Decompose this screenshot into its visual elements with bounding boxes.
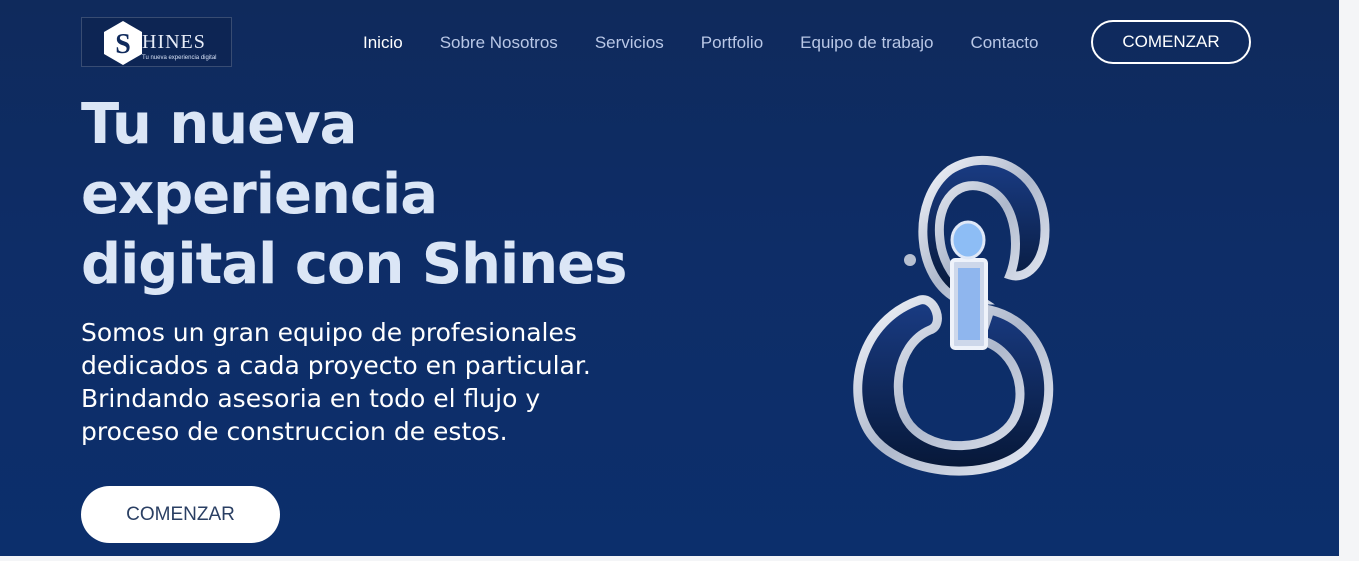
subtext-line-1: Somos un gran equipo de profesionales <box>81 318 577 347</box>
nav-item-inicio[interactable]: Inicio <box>363 33 403 53</box>
logo-wordmark: HINES <box>142 31 206 53</box>
nav-item-portfolio[interactable]: Portfolio <box>701 33 763 53</box>
subtext-line-2: dedicados a cada proyecto en particular. <box>81 351 591 380</box>
hero-section: S HINES Tu nueva experiencia digital Ini… <box>0 0 1339 556</box>
logo-letter: S <box>115 29 131 60</box>
nav-item-sobre-nosotros[interactable]: Sobre Nosotros <box>440 33 558 53</box>
logo-tagline: Tu nueva experiencia digital <box>142 55 217 61</box>
hero-headline: Tu nueva experiencia digital con Shines <box>81 90 681 300</box>
section-divider <box>0 556 1359 561</box>
main-nav: Inicio Sobre Nosotros Servicios Portfoli… <box>363 31 1075 55</box>
hero-comenzar-button[interactable]: COMENZAR <box>81 486 280 543</box>
nav-item-servicios[interactable]: Servicios <box>595 33 664 53</box>
si-3d-logo-icon <box>853 155 1054 476</box>
logo-hexagon-icon: S <box>104 21 142 65</box>
headline-line-3: digital con Shines <box>81 232 627 297</box>
headline-line-2: experiencia <box>81 162 438 227</box>
hero-subtext: Somos un gran equipo de profesionales de… <box>81 316 641 448</box>
headline-line-1: Tu nueva <box>81 92 357 157</box>
page-gutter <box>1339 0 1359 561</box>
subtext-line-3: Brindando asesoria en todo el flujo y <box>81 384 541 413</box>
nav-item-equipo[interactable]: Equipo de trabajo <box>800 33 933 53</box>
site-logo[interactable]: S HINES Tu nueva experiencia digital <box>81 17 232 67</box>
nav-comenzar-button[interactable]: COMENZAR <box>1091 20 1251 64</box>
subtext-line-4: proceso de construccion de estos. <box>81 417 508 446</box>
nav-item-contacto[interactable]: Contacto <box>970 33 1038 53</box>
